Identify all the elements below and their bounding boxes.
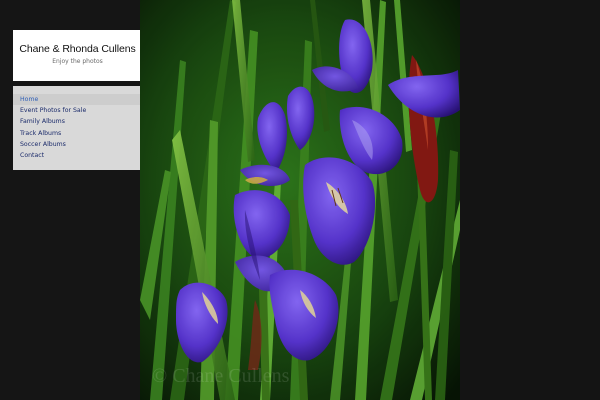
page: Chane & Rhonda Cullens Enjoy the photos … (0, 0, 600, 400)
main-navigation: Home Event Photos for Sale Family Albums… (13, 86, 142, 170)
nav-list: Home Event Photos for Sale Family Albums… (13, 94, 142, 161)
nav-item-track-albums[interactable]: Track Albums (13, 128, 142, 139)
right-background (460, 0, 600, 400)
site-subtitle: Enjoy the photos (52, 58, 103, 65)
iris-photo-image: © Chane Cullens (140, 0, 460, 400)
nav-item-event-photos-for-sale[interactable]: Event Photos for Sale (13, 105, 142, 116)
nav-item-family-albums[interactable]: Family Albums (13, 116, 142, 127)
photo-watermark: © Chane Cullens (152, 365, 290, 387)
nav-item-soccer-albums[interactable]: Soccer Albums (13, 139, 142, 150)
site-header: Chane & Rhonda Cullens Enjoy the photos (13, 30, 142, 81)
site-title[interactable]: Chane & Rhonda Cullens (13, 43, 142, 55)
nav-item-home[interactable]: Home (13, 94, 142, 106)
iris-photo: © Chane Cullens (140, 0, 460, 400)
nav-item-contact[interactable]: Contact (13, 150, 142, 161)
